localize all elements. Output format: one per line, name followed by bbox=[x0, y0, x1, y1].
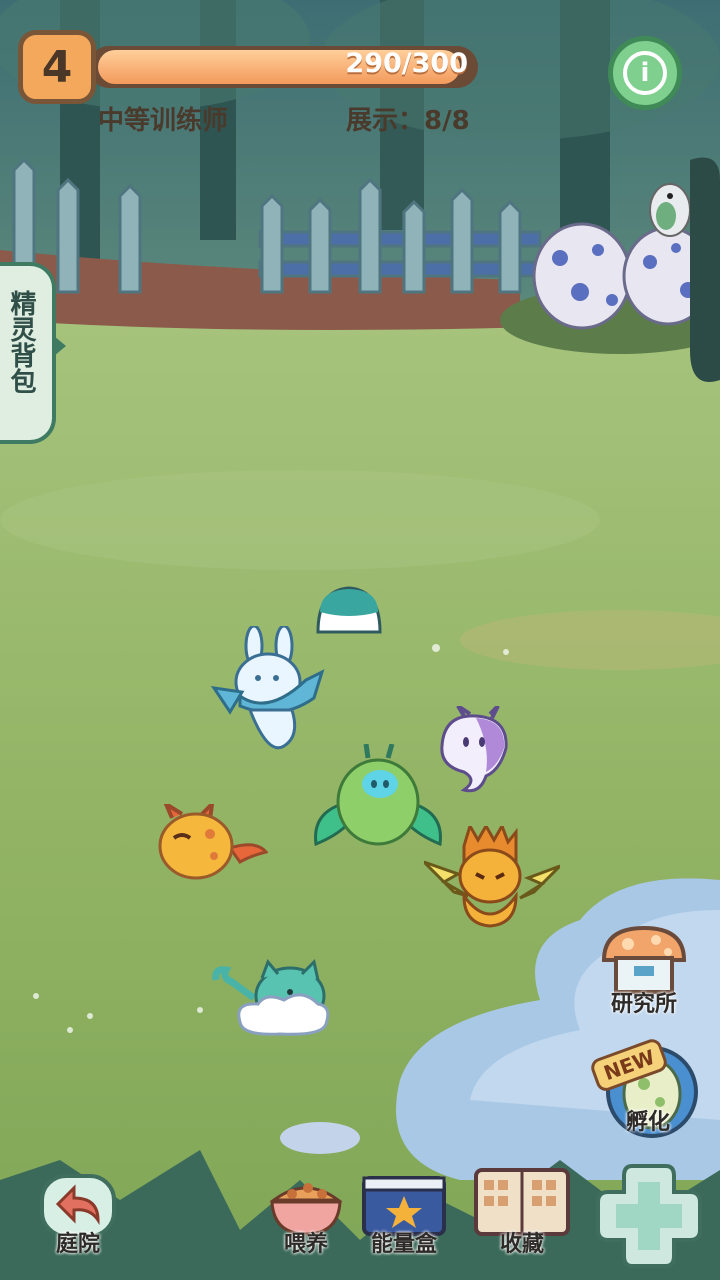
level-number: 4 bbox=[41, 41, 73, 93]
feed-label: 喂养 bbox=[283, 1232, 328, 1257]
yard-label: 庭院 bbox=[55, 1232, 100, 1257]
sprite-bag-label: 精灵背包 bbox=[6, 290, 36, 394]
info-button[interactable]: i bbox=[608, 36, 682, 110]
level-badge: 4 bbox=[18, 30, 96, 104]
lab-label: 研究所 bbox=[610, 992, 677, 1017]
lab-button[interactable]: 研究所 bbox=[598, 924, 690, 1020]
xp-bar: 290/300 bbox=[88, 46, 478, 88]
plus-icon bbox=[596, 1164, 702, 1268]
display-count: 展示：8/8 bbox=[346, 106, 470, 136]
info-icon: i bbox=[623, 51, 667, 95]
feed-button[interactable]: 喂养 bbox=[268, 1172, 344, 1258]
cloud-cat[interactable] bbox=[210, 958, 332, 1038]
dpad-button[interactable] bbox=[594, 1162, 704, 1270]
collection-label: 收藏 bbox=[499, 1232, 544, 1257]
xp-text: 290/300 bbox=[345, 48, 468, 79]
blue-bunny[interactable] bbox=[210, 626, 328, 756]
mushroom-house-icon bbox=[601, 925, 687, 994]
energy-box-button[interactable]: 能量盒 bbox=[358, 1172, 450, 1258]
trainer-title: 中等训练师 bbox=[98, 106, 229, 136]
sprite-bag-tab[interactable]: 精灵背包 bbox=[0, 262, 66, 444]
purple-ghost[interactable] bbox=[434, 706, 514, 796]
energy-box-label: 能量盒 bbox=[370, 1232, 437, 1257]
hatch-label: 孵化 bbox=[625, 1110, 670, 1135]
yard-button[interactable]: 庭院 bbox=[40, 1174, 116, 1258]
hatch-button[interactable]: NEW 孵化 bbox=[588, 1036, 702, 1138]
yellow-thunder-cat[interactable] bbox=[424, 826, 560, 930]
expand-arrow-icon bbox=[54, 336, 66, 356]
orange-fire-bird[interactable] bbox=[156, 804, 268, 882]
collection-button[interactable]: 收藏 bbox=[472, 1166, 572, 1258]
